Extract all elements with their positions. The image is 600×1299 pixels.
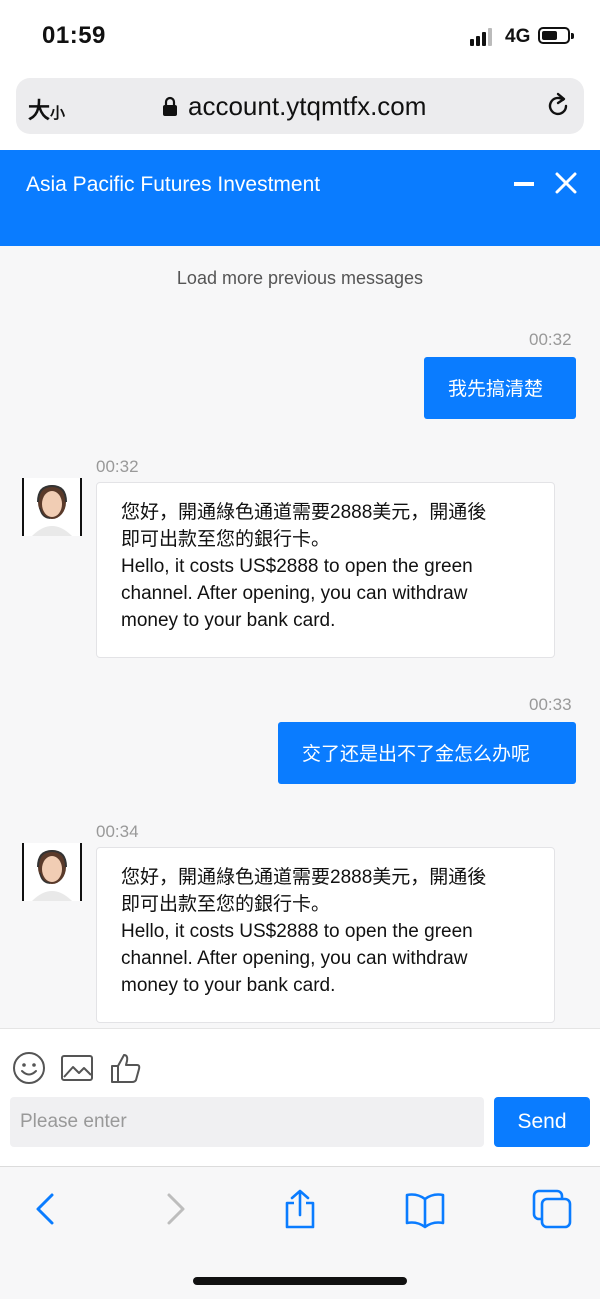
thumbs-up-icon[interactable] — [108, 1051, 142, 1085]
incoming-message: 您好，開通綠色通道需要2888美元，開通後 即可出款至您的銀行卡。 Hello,… — [96, 847, 555, 1023]
bookmarks-icon[interactable] — [405, 1189, 445, 1229]
reload-icon[interactable] — [544, 92, 572, 120]
agent-avatar-image — [32, 484, 72, 536]
tabs-icon[interactable] — [532, 1189, 572, 1229]
lock-icon — [163, 96, 177, 116]
agent-avatar — [22, 478, 82, 536]
url-text[interactable]: account.ytqmtfx.com — [188, 91, 426, 122]
forward-icon[interactable] — [155, 1189, 195, 1229]
outgoing-message: 我先搞清楚 — [424, 357, 576, 419]
message-line: money to your bank card. — [121, 610, 336, 631]
network-label: 4G — [505, 26, 531, 47]
battery-icon — [538, 27, 574, 44]
message-line: 即可出款至您的銀行卡。 — [121, 894, 331, 915]
message-line: 您好，開通綠色通道需要2888美元，開通後 — [121, 502, 487, 523]
back-icon[interactable] — [26, 1189, 66, 1229]
browser-toolbar — [0, 1166, 600, 1299]
close-icon[interactable] — [555, 172, 577, 194]
status-bar: 01:59 4G — [0, 0, 600, 70]
message-line: channel. After opening, you can withdraw — [121, 948, 468, 969]
message-timestamp: 00:32 — [96, 457, 139, 476]
message-line: Hello, it costs US$2888 to open the gree… — [121, 921, 473, 942]
message-line: channel. After opening, you can withdraw — [121, 583, 468, 604]
message-line: money to your bank card. — [121, 975, 336, 996]
agent-avatar-image — [32, 849, 72, 901]
text-size-small-label: 小 — [50, 105, 66, 122]
home-indicator — [193, 1277, 407, 1285]
text-size-large-label: 大 — [28, 98, 51, 123]
load-more-link[interactable]: Load more previous messages — [0, 268, 600, 289]
incoming-message: 您好，開通綠色通道需要2888美元，開通後 即可出款至您的銀行卡。 Hello,… — [96, 482, 555, 658]
message-list[interactable]: Load more previous messages 00:32 我先搞清楚 … — [0, 246, 600, 1028]
status-time: 01:59 — [42, 22, 106, 49]
chat-title: Asia Pacific Futures Investment — [26, 173, 321, 196]
message-input[interactable] — [10, 1097, 484, 1147]
share-icon[interactable] — [280, 1189, 320, 1229]
message-timestamp: 00:32 — [529, 330, 572, 349]
minimize-icon[interactable] — [514, 182, 534, 186]
send-button[interactable]: Send — [494, 1097, 590, 1147]
message-line: Hello, it costs US$2888 to open the gree… — [121, 556, 473, 577]
image-icon[interactable] — [60, 1051, 94, 1085]
text-size-button[interactable]: 大小 — [28, 93, 65, 125]
agent-avatar — [22, 843, 82, 901]
chat-header: Asia Pacific Futures Investment — [0, 150, 600, 246]
message-timestamp: 00:33 — [529, 695, 572, 714]
signal-icon — [470, 28, 496, 46]
message-line: 您好，開通綠色通道需要2888美元，開通後 — [121, 867, 487, 888]
address-bar[interactable]: 大小 account.ytqmtfx.com — [16, 78, 584, 134]
smiley-icon[interactable] — [12, 1051, 46, 1085]
message-timestamp: 00:34 — [96, 822, 139, 841]
message-line: 即可出款至您的銀行卡。 — [121, 529, 331, 550]
composer: Send — [0, 1028, 600, 1166]
outgoing-message: 交了还是出不了金怎么办呢 — [278, 722, 576, 784]
